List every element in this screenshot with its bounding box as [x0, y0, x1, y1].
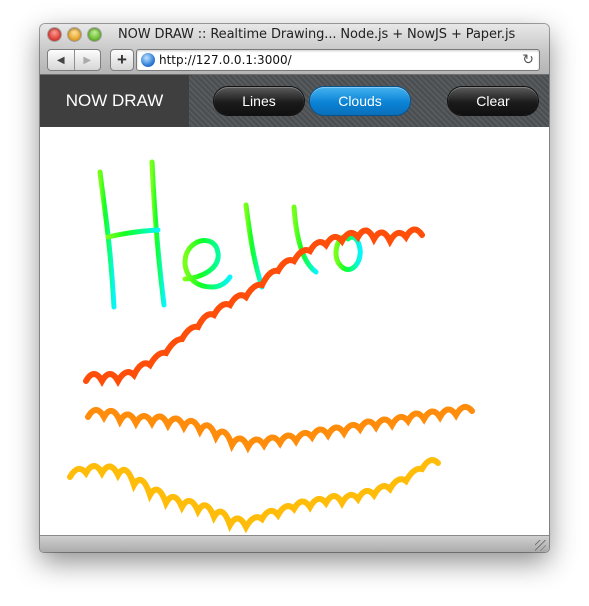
app-toolbar: NOW DRAW Lines Clouds Clear — [40, 75, 549, 127]
clouds-mode-button[interactable]: Clouds — [310, 87, 410, 115]
lines-mode-button[interactable]: Lines — [214, 87, 304, 115]
history-nav: ◀ ▶ — [47, 49, 101, 71]
title-bar: NOW DRAW :: Realtime Drawing... Node.js … — [40, 24, 549, 75]
cloud-stroke-orange — [85, 403, 475, 454]
minimize-window-icon[interactable] — [68, 28, 81, 41]
status-bar — [40, 535, 549, 552]
globe-icon — [141, 53, 155, 67]
forward-button[interactable]: ▶ — [73, 50, 101, 70]
clear-button[interactable]: Clear — [448, 87, 538, 115]
resize-grip-icon[interactable] — [535, 540, 546, 551]
app-logo: NOW DRAW — [40, 75, 189, 127]
window-title: NOW DRAW :: Realtime Drawing... Node.js … — [118, 27, 516, 42]
browser-window: NOW DRAW :: Realtime Drawing... Node.js … — [40, 24, 549, 552]
close-window-icon[interactable] — [48, 28, 61, 41]
cloud-stroke-yellow — [67, 457, 441, 534]
drawing-canvas[interactable] — [40, 127, 549, 535]
add-bookmark-button[interactable]: + — [110, 49, 134, 71]
back-button[interactable]: ◀ — [48, 50, 74, 70]
reload-icon[interactable]: ↻ — [522, 51, 534, 68]
hello-text-stroke — [97, 159, 363, 310]
zoom-window-icon[interactable] — [88, 28, 101, 41]
address-bar[interactable]: http://127.0.0.1:3000/ ↻ — [136, 49, 540, 71]
address-text[interactable]: http://127.0.0.1:3000/ — [159, 53, 292, 67]
page-content: NOW DRAW Lines Clouds Clear — [40, 75, 549, 535]
